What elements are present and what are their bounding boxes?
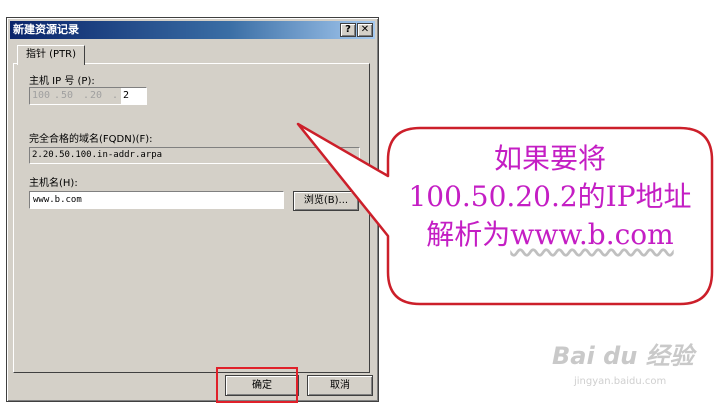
watermark-url: jingyan.baidu.com bbox=[574, 376, 667, 387]
tab-ptr[interactable]: 指针 (PTR) bbox=[17, 45, 85, 65]
callout-text: 如果要将 100.50.20.2的IP地址 解析为www.b.com bbox=[390, 140, 710, 254]
callout-line-3: 解析为www.b.com bbox=[390, 216, 710, 254]
callout-line-3-prefix: 解析为 bbox=[426, 218, 511, 251]
callout-line-1: 如果要将 bbox=[493, 142, 606, 175]
callout-domain: www.b.com bbox=[510, 218, 674, 251]
baidu-watermark: Bai du 经验 bbox=[552, 342, 694, 370]
callout-line-2: 100.50.20.2的IP地址 bbox=[408, 180, 692, 213]
